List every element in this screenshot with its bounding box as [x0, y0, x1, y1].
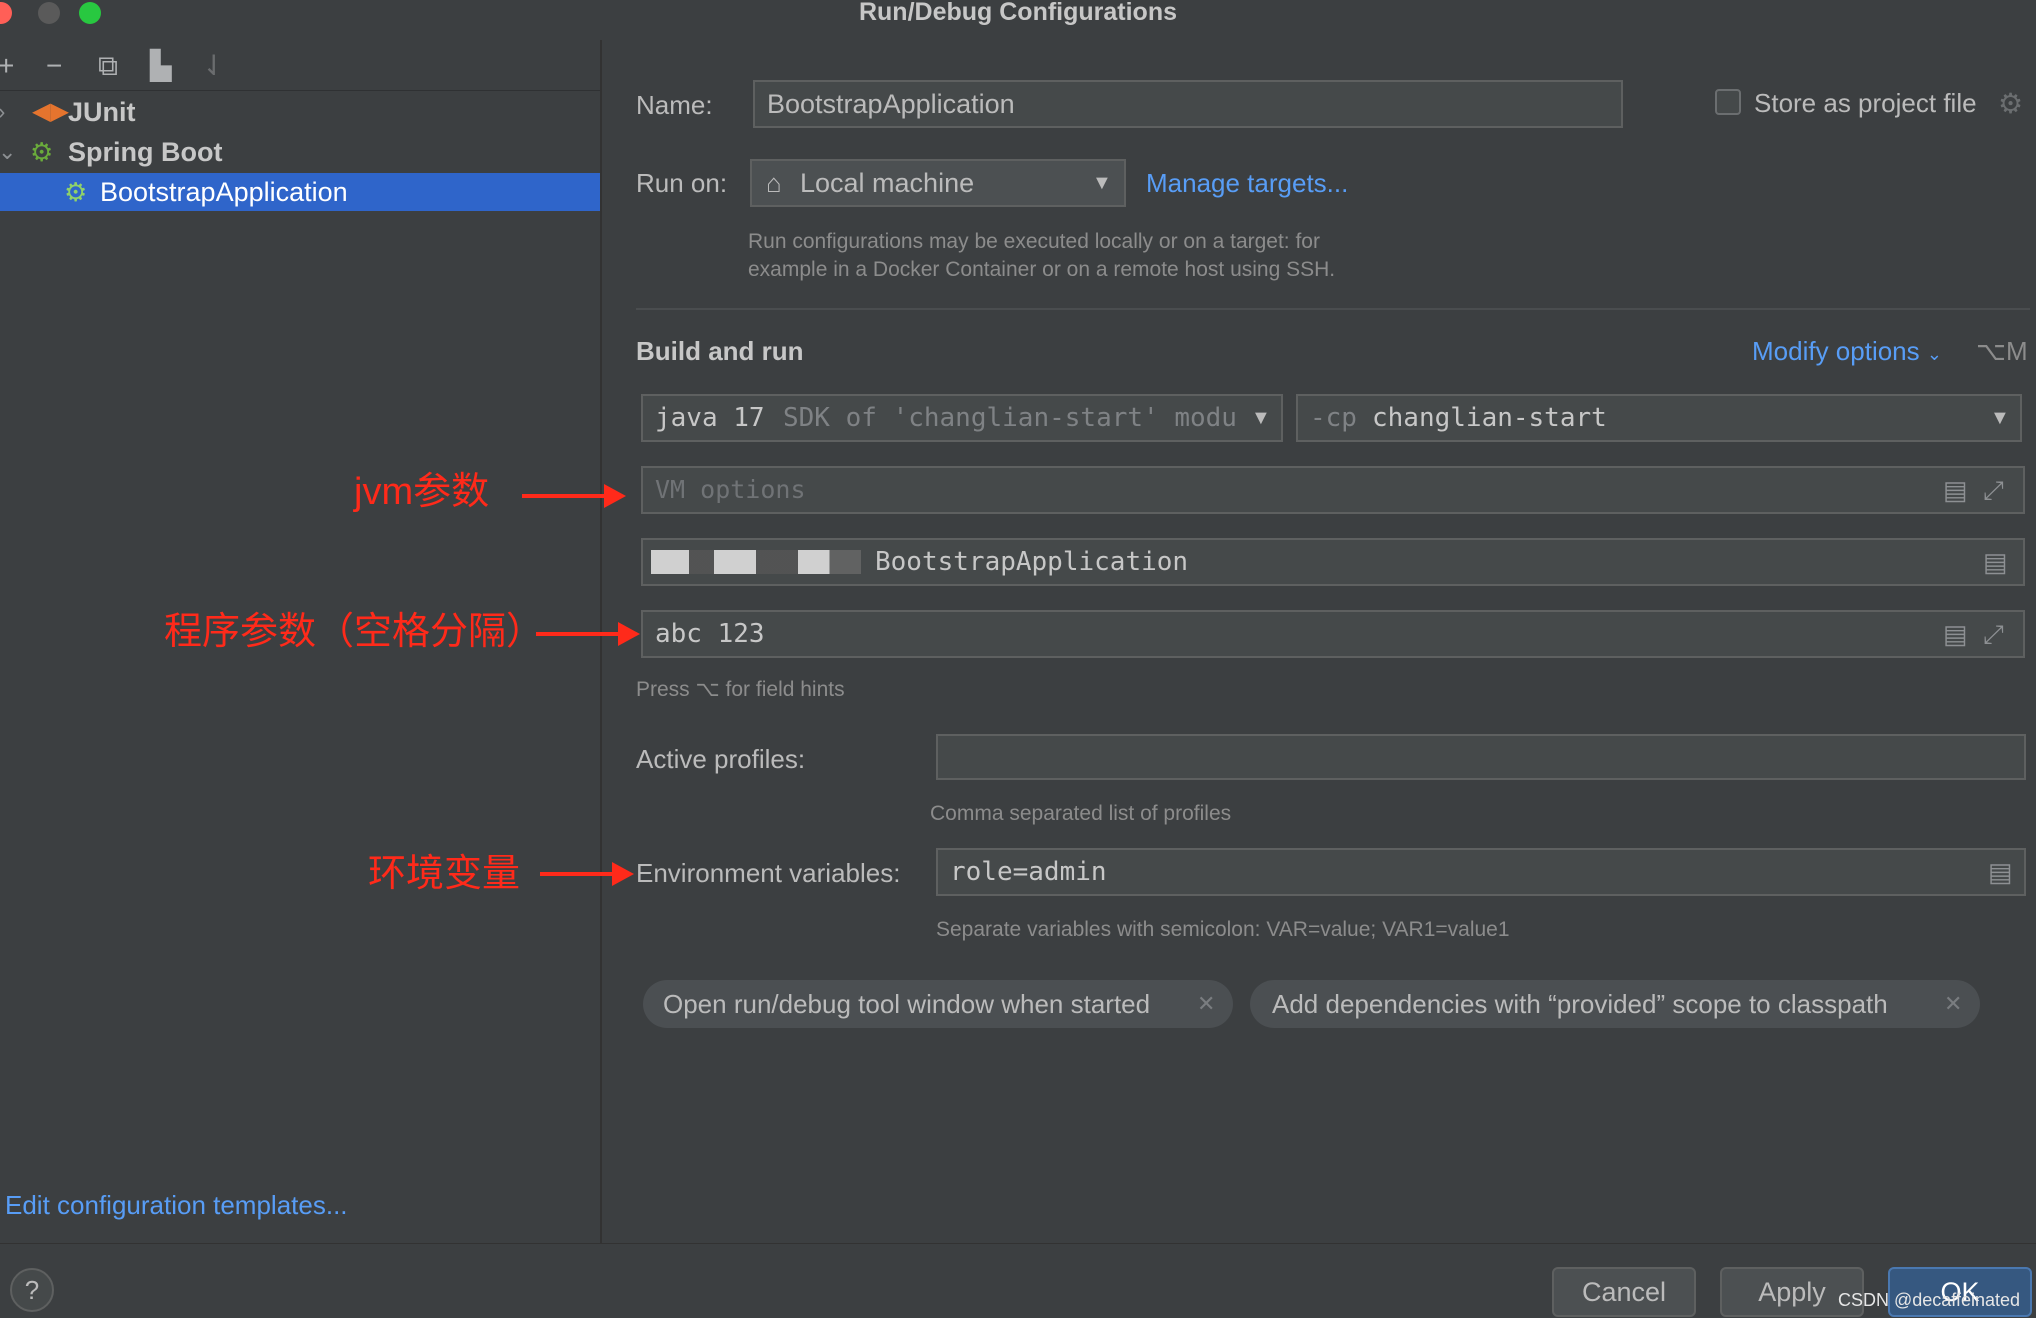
- expand-icon[interactable]: ⤢: [1983, 468, 2004, 512]
- jre-detail: SDK of 'changlian-start' modu: [783, 403, 1237, 433]
- spring-boot-icon: ⚙: [64, 177, 88, 207]
- toolbar-divider: [0, 90, 600, 91]
- environment-variables-value: role=admin: [950, 857, 1107, 887]
- active-profiles-input[interactable]: [936, 734, 2026, 780]
- classpath-prefix: -cp: [1310, 403, 1357, 433]
- environment-variables-label: Environment variables:: [636, 858, 901, 888]
- watermark: CSDN @decaffeinated: [1838, 1290, 2021, 1310]
- cancel-button[interactable]: Cancel: [1552, 1267, 1696, 1317]
- annotation-arrow-env: [540, 862, 634, 886]
- name-input[interactable]: BootstrapApplication: [753, 80, 1623, 128]
- environment-variables-input[interactable]: role=admin ▤: [936, 848, 2026, 896]
- tree-item-label: BootstrapApplication: [100, 177, 348, 207]
- sort-icon[interactable]: ⇃: [202, 52, 225, 80]
- annotation-jvm-params: jvm参数: [354, 471, 490, 513]
- run-on-hint-line-1: Run configurations may be executed local…: [748, 230, 1320, 253]
- new-folder-icon[interactable]: ▙: [150, 52, 172, 80]
- close-icon[interactable]: ✕: [1197, 980, 1215, 1028]
- main-class-input[interactable]: BootstrapApplication ▤: [641, 538, 2025, 586]
- home-icon: ⌂: [766, 168, 782, 198]
- name-label: Name:: [636, 90, 713, 120]
- tree-item-junit[interactable]: › ◀▶ JUnit: [0, 93, 600, 131]
- section-divider: [636, 308, 2030, 310]
- jre-select[interactable]: java 17 SDK of 'changlian-start' modu ▼: [641, 394, 1283, 442]
- chevron-down-icon: ▼: [1990, 407, 2010, 429]
- junit-icon: ◀▶: [32, 98, 69, 125]
- document-icon[interactable]: ▤: [1983, 540, 2008, 584]
- option-chip-provided-scope[interactable]: Add dependencies with “provided” scope t…: [1250, 980, 1980, 1028]
- chevron-down-icon: ⌄: [1926, 344, 1942, 364]
- run-on-label: Run on:: [636, 168, 728, 198]
- chevron-down-icon: ▼: [1092, 172, 1112, 194]
- run-on-select[interactable]: ⌂ Local machine ▼: [750, 159, 1126, 207]
- tree-item-label: Spring Boot: [68, 137, 223, 167]
- redacted-package-name: [651, 550, 861, 574]
- main-class-value: BootstrapApplication: [875, 547, 1189, 577]
- annotation-program-args: 程序参数（空格分隔）: [164, 611, 545, 653]
- environment-variables-hint: Separate variables with semicolon: VAR=v…: [936, 918, 1510, 941]
- annotation-env-vars: 环境变量: [368, 853, 521, 895]
- vm-options-placeholder: VM options: [655, 475, 806, 504]
- store-as-project-file-label: Store as project file: [1754, 88, 1977, 118]
- manage-targets-link[interactable]: Manage targets...: [1146, 168, 1348, 198]
- tree-item-label: JUnit: [68, 97, 136, 127]
- chevron-right-icon: ›: [0, 93, 5, 131]
- gear-icon[interactable]: ⚙: [1998, 90, 2023, 118]
- run-on-hint-line-2: example in a Docker Container or on a re…: [748, 258, 1336, 281]
- modify-options-shortcut: ⌥M: [1976, 336, 2028, 366]
- window-title: Run/Debug Configurations: [858, 0, 1178, 26]
- remove-icon[interactable]: −: [46, 52, 62, 80]
- tree-item-spring-boot[interactable]: ⌄ ⚙ Spring Boot: [0, 133, 600, 171]
- run-on-value: Local machine: [800, 168, 975, 198]
- chevron-down-icon: ⌄: [0, 139, 17, 164]
- option-chip-open-tool-window[interactable]: Open run/debug tool window when started …: [643, 980, 1233, 1028]
- name-value: BootstrapApplication: [767, 89, 1015, 119]
- modify-options-label: Modify options: [1752, 336, 1920, 366]
- build-and-run-title: Build and run: [636, 336, 804, 366]
- bottom-divider: [0, 1243, 2036, 1244]
- expand-icon[interactable]: ⤢: [1983, 612, 2004, 656]
- active-profiles-hint: Comma separated list of profiles: [930, 802, 1232, 825]
- active-profiles-label: Active profiles:: [636, 744, 806, 774]
- store-as-project-file-checkbox[interactable]: [1715, 89, 1741, 115]
- document-icon[interactable]: ▤: [1988, 850, 2013, 894]
- add-icon[interactable]: +: [0, 52, 14, 80]
- jre-value: java 17: [655, 403, 765, 433]
- tree-item-bootstrap-application[interactable]: ⚙ BootstrapApplication: [0, 173, 600, 211]
- option-chip-label: Add dependencies with “provided” scope t…: [1272, 989, 1888, 1019]
- document-icon[interactable]: ▤: [1943, 612, 1968, 656]
- help-button[interactable]: ?: [10, 1268, 54, 1312]
- classpath-value: changlian-start: [1372, 403, 1607, 433]
- close-icon[interactable]: ✕: [1944, 980, 1962, 1028]
- program-arguments-input[interactable]: abc 123 ▤ ⤢: [641, 610, 2025, 658]
- modify-options-link[interactable]: Modify options ⌄: [1752, 336, 1942, 369]
- chevron-down-icon: ▼: [1247, 396, 1271, 440]
- spring-boot-icon: ⚙: [30, 137, 54, 167]
- program-arguments-value: abc 123: [655, 619, 765, 649]
- title-bar: Run/Debug Configurations: [0, 0, 2036, 40]
- edit-configuration-templates-link[interactable]: Edit configuration templates...: [5, 1190, 348, 1221]
- copy-icon[interactable]: ⧉: [98, 52, 118, 80]
- vm-options-input[interactable]: VM options ▤ ⤢: [641, 466, 2025, 514]
- option-chip-label: Open run/debug tool window when started: [663, 989, 1151, 1019]
- document-icon[interactable]: ▤: [1943, 468, 1968, 512]
- annotation-arrow-program: [536, 622, 640, 646]
- annotation-arrow-jvm: [522, 484, 626, 508]
- classpath-module-select[interactable]: -cp changlian-start ▼: [1296, 394, 2022, 442]
- field-hints-text: Press ⌥ for field hints: [636, 678, 845, 701]
